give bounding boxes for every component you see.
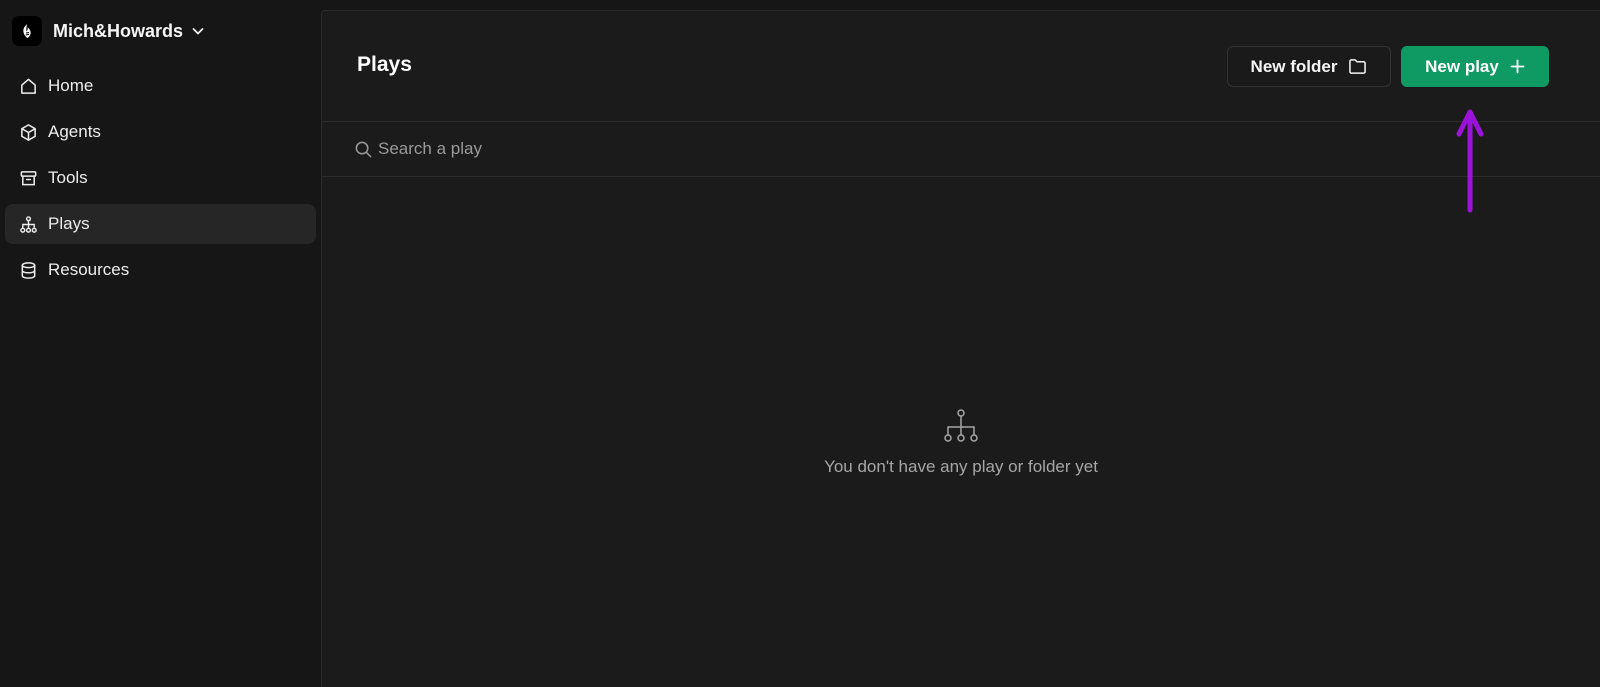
sidebar-item-plays[interactable]: Plays [5,204,316,244]
sitemap-icon [943,409,979,443]
new-folder-button[interactable]: New folder [1227,46,1391,87]
sidebar-item-label: Resources [48,260,130,279]
home-icon [18,76,38,96]
empty-state-message: You don't have any play or folder yet [824,457,1098,476]
sidebar-item-label: Home [48,76,94,95]
new-folder-label: New folder [1250,56,1338,76]
sidebar-item-tools[interactable]: Tools [5,158,316,198]
database-icon [18,260,38,280]
chevron-down-icon [191,24,205,38]
sidebar-item-label: Tools [48,168,88,187]
archive-box-icon [18,168,38,188]
page-title: Plays [357,53,412,76]
annotation-arrow-icon [1456,109,1484,213]
main-panel: Plays New folder New play Search a play … [321,10,1600,687]
flame-logo-icon [12,16,42,46]
new-play-label: New play [1425,56,1499,76]
workspace-name: Mich&Howards [53,20,184,41]
page-header: Plays New folder New play [322,11,1600,122]
sitemap-icon [18,214,38,234]
sidebar-item-agents[interactable]: Agents [5,112,316,152]
sidebar-nav: Home Agents Tools Plays Resources [5,66,316,296]
sidebar: Mich&Howards Home Agents Tools Plays Res… [0,0,322,687]
search-bar [322,122,1600,177]
search-input[interactable] [378,139,978,159]
app-window: Mich&Howards Home Agents Tools Plays Res… [0,0,1600,687]
sidebar-item-label: Plays [48,214,90,233]
empty-state: You don't have any play or folder yet [322,409,1600,477]
new-play-button[interactable]: New play [1401,46,1549,87]
sidebar-item-resources[interactable]: Resources [5,250,316,290]
sidebar-item-label: Agents [48,122,101,141]
workspace-switcher[interactable]: Mich&Howards [12,14,205,48]
cube-icon [18,122,38,142]
search-icon [353,139,373,159]
folder-icon [1348,58,1367,75]
sidebar-item-home[interactable]: Home [5,66,316,106]
plus-icon [1510,59,1525,74]
